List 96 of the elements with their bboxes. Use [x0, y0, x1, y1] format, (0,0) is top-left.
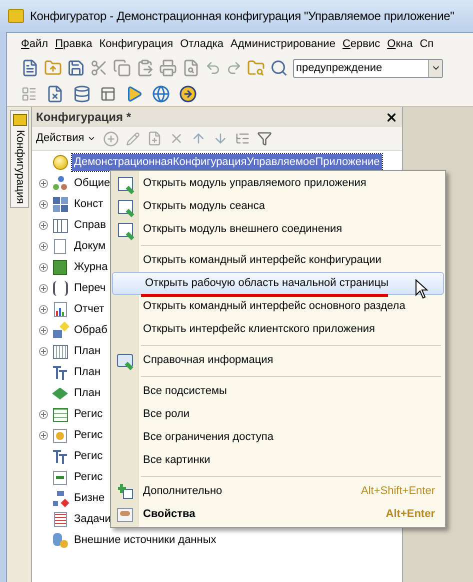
panel-title: Конфигурация *	[36, 109, 132, 126]
database-icon	[52, 533, 68, 548]
context-menu-item[interactable]: Открыть командный интерфейс конфигурации	[111, 249, 445, 272]
context-menu-item[interactable]: Справочная информация	[111, 349, 445, 372]
expand-icon[interactable]	[38, 326, 48, 335]
tree-item[interactable]: Обраб	[72, 322, 110, 339]
context-menu-item[interactable]: Открыть модуль управляемого приложения	[111, 172, 445, 195]
add-copy-icon	[118, 484, 132, 499]
chart-icon	[54, 302, 66, 317]
context-menu-item[interactable]: Открыть интерфейс клиентского приложения	[111, 318, 445, 341]
save-icon[interactable]	[67, 59, 85, 77]
expand-icon[interactable]	[38, 410, 48, 419]
menu-item[interactable]: Правка	[55, 36, 92, 52]
expand-icon[interactable]	[38, 347, 48, 356]
database-update-icon[interactable]	[73, 84, 91, 102]
tree-item[interactable]: Общие	[72, 175, 112, 192]
context-menu-item[interactable]: Все ограничения доступа	[111, 426, 445, 449]
tree-item[interactable]: План	[72, 343, 103, 360]
context-menu-item[interactable]: Открыть командный интерфейс основного раздела	[111, 295, 445, 318]
menu-item[interactable]: Администрирование	[230, 36, 336, 52]
menu-item[interactable]: Сервис	[342, 36, 380, 52]
tree-item[interactable]: План	[72, 385, 103, 402]
find-in-folder-icon[interactable]	[247, 59, 265, 77]
filter-icon[interactable]	[257, 131, 272, 146]
new-file-icon[interactable]	[21, 59, 39, 77]
context-menu-item[interactable]: Свойства Alt+Enter	[111, 503, 445, 526]
tree-item[interactable]: Регис	[72, 448, 105, 465]
document-icon	[54, 239, 66, 254]
task-list-icon	[54, 512, 66, 527]
processing-icon	[52, 323, 68, 338]
journal-icon	[53, 260, 67, 275]
preview-icon[interactable]	[182, 59, 200, 77]
expand-icon[interactable]	[38, 200, 48, 209]
menu-item[interactable]: Сп	[420, 36, 434, 52]
tree-item[interactable]: Регис	[72, 469, 105, 486]
close-icon[interactable]	[385, 110, 398, 124]
menu-item[interactable]: Отладка	[180, 36, 224, 52]
side-tab[interactable]: Конфигурация	[10, 110, 29, 208]
search-icon[interactable]	[270, 59, 288, 77]
tree-item[interactable]: Конст	[72, 196, 106, 213]
tree-item[interactable]: Регис	[72, 427, 105, 444]
calendar-icon	[52, 344, 68, 358]
list-icon[interactable]	[235, 131, 250, 146]
context-menu-item[interactable]: Все роли	[111, 403, 445, 426]
menu-item[interactable]: Файл	[21, 36, 48, 52]
blocks-icon	[52, 197, 68, 212]
caret-icon	[87, 134, 96, 143]
context-menu-item[interactable]: Все подсистемы	[111, 380, 445, 403]
tree-item[interactable]: ДемонстрационнаяКонфигурацияУправляемоеПриложение	[72, 154, 382, 171]
expand-icon[interactable]	[38, 242, 48, 251]
context-menu-item[interactable]: Дополнительно Alt+Shift+Enter	[111, 480, 445, 503]
tree-item[interactable]: Справ	[72, 217, 108, 234]
layers-icon	[52, 388, 68, 400]
tree-item[interactable]: Переч	[72, 280, 108, 297]
tree-item[interactable]: Задачи	[72, 511, 113, 528]
typography-icon	[53, 450, 67, 464]
tree-item[interactable]: Регис	[72, 406, 105, 423]
tree-item[interactable]: Журна	[72, 259, 110, 276]
table-icon	[52, 408, 68, 422]
app-logo-icon	[8, 9, 24, 23]
expand-icon[interactable]	[38, 179, 48, 188]
print-icon[interactable]	[159, 59, 177, 77]
open-folder-icon[interactable]	[44, 59, 62, 77]
context-menu-item[interactable]: Открыть модуль внешнего соединения	[111, 218, 445, 241]
tree-item[interactable]: Бизне	[72, 490, 107, 507]
menu-item[interactable]: Конфигурация	[99, 36, 174, 52]
menu-item[interactable]: Окна	[387, 36, 413, 52]
mouse-cursor-icon	[415, 279, 429, 299]
file-compare-icon[interactable]	[46, 84, 64, 102]
tree-item[interactable]: Внешние источники данных	[72, 532, 218, 549]
tree-item[interactable]: Отчет	[72, 301, 106, 318]
expand-icon[interactable]	[38, 431, 48, 440]
window-title: Конфигуратор - Демонстрационная конфигурация "Управляемое приложение"	[30, 8, 454, 25]
window-icon[interactable]	[100, 86, 116, 102]
columns-icon	[52, 218, 68, 232]
braces-icon	[52, 281, 68, 296]
debug-icon[interactable]	[179, 84, 197, 102]
flowchart-icon	[52, 491, 68, 506]
tree-item[interactable]: План	[72, 364, 103, 381]
expand-icon[interactable]	[38, 221, 48, 230]
actions-menu-button[interactable]: Действия	[36, 130, 96, 147]
context-menu-item[interactable]: Все картинки	[111, 449, 445, 472]
search-field[interactable]: предупреждение	[293, 58, 443, 78]
expand-icon[interactable]	[38, 284, 48, 293]
cut-icon[interactable]	[90, 59, 108, 77]
properties-icon	[117, 508, 133, 522]
expand-icon[interactable]	[38, 263, 48, 272]
shapes-icon	[52, 176, 68, 191]
tree-item[interactable]: Докум	[72, 238, 108, 255]
expand-icon[interactable]	[38, 305, 48, 314]
globe-icon[interactable]	[152, 84, 170, 102]
typography-icon	[53, 366, 67, 380]
play-icon[interactable]	[125, 84, 143, 102]
paste-icon[interactable]	[136, 59, 154, 77]
copy-icon[interactable]	[113, 59, 131, 77]
context-menu-item[interactable]: Открыть модуль сеанса	[111, 195, 445, 218]
